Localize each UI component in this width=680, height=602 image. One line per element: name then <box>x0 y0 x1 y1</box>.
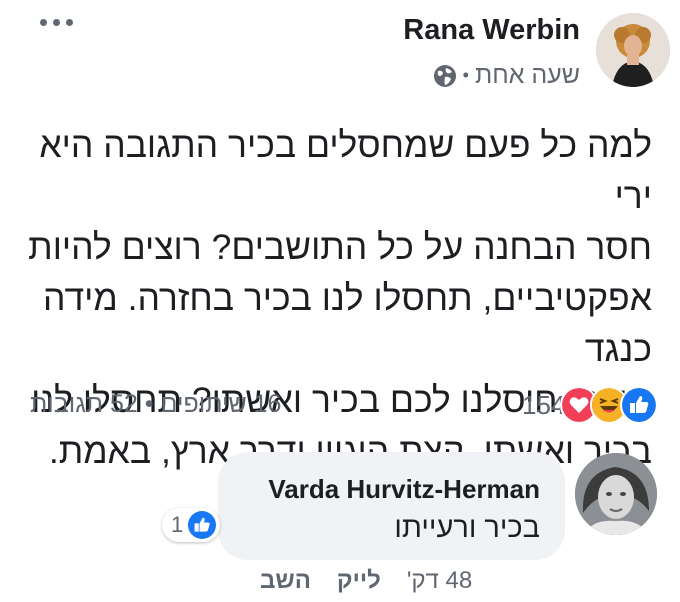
more-dot <box>40 19 47 26</box>
more-options-button[interactable] <box>38 10 78 34</box>
shares-count[interactable]: 16 שיתופים <box>161 390 282 418</box>
globe-icon[interactable] <box>433 64 457 88</box>
commenter-avatar-image <box>575 453 657 535</box>
author-avatar-image <box>596 13 670 87</box>
comment-reaction-badge[interactable]: 1 <box>162 508 220 542</box>
post-text-line: חסר הבחנה על כל התושבים? רוצים להיות <box>28 227 652 267</box>
comment-like-button[interactable]: לייק <box>337 567 381 595</box>
post-timestamp[interactable]: שעה אחת <box>475 61 580 90</box>
reactions-summary[interactable] <box>560 386 672 424</box>
stats-separator: • <box>144 390 154 418</box>
comment-reply-button[interactable]: השב <box>260 567 311 595</box>
commenter-avatar[interactable] <box>575 453 657 535</box>
post-text: למה כל פעם שמחסלים בכיר התגובה היא ירי ח… <box>24 120 652 477</box>
comment-like-count: 1 <box>171 512 184 537</box>
comments-count[interactable]: 52 תגובות <box>30 390 138 418</box>
meta-separator: • <box>462 65 469 85</box>
comment-text: בכיר ורעייתו <box>394 512 540 544</box>
post-meta: שעה אחת • <box>433 61 580 90</box>
post-stats: 16 שיתופים • 52 תגובות <box>30 390 281 419</box>
post-author-name[interactable]: Rana Werbin <box>403 14 580 47</box>
post-text-line: אפקטיביים, תחסלו לנו בכיר בחזרה. מידה כנ… <box>43 278 652 369</box>
comment-time[interactable]: 48 דק' <box>407 567 472 595</box>
commenter-name[interactable]: Varda Hurvitz-Herman <box>268 474 540 505</box>
more-dot <box>66 19 73 26</box>
post-text-line: למה כל פעם שמחסלים בכיר התגובה היא ירי <box>39 125 652 216</box>
like-icon <box>620 386 658 424</box>
reaction-count[interactable]: 154 <box>522 390 565 421</box>
like-icon <box>188 511 216 539</box>
comment-actions: 48 דק' לייק השב <box>260 567 472 595</box>
more-dot <box>53 19 60 26</box>
author-avatar[interactable] <box>596 13 670 87</box>
